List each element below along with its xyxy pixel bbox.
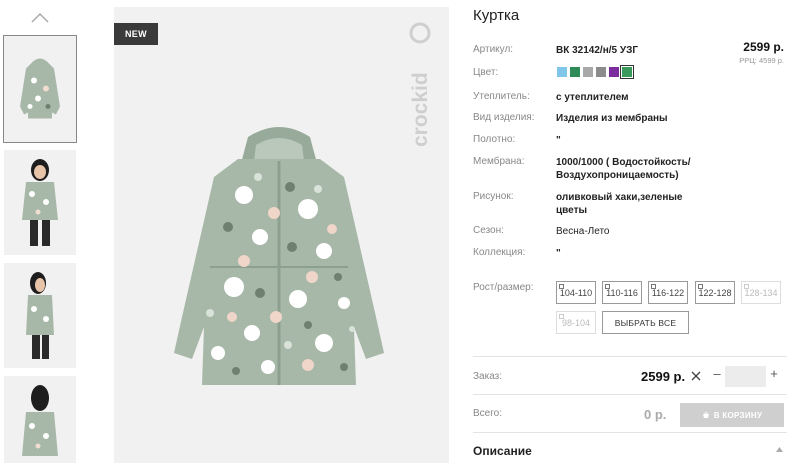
spec-value: с утеплителем — [556, 92, 629, 103]
total-label: Всего: — [473, 408, 502, 419]
spec-label: Сезон: — [473, 225, 504, 236]
svg-text:crockid: crockid — [409, 72, 432, 147]
add-to-cart-button[interactable]: В КОРЗИНУ — [680, 403, 784, 427]
spec-label: Коллекция: — [473, 247, 526, 258]
size-label: 98-104 — [561, 317, 591, 328]
size-option[interactable]: 122-128 — [695, 281, 735, 304]
basket-icon — [702, 411, 709, 418]
size-option[interactable]: 104-110 — [556, 281, 596, 304]
spec-label: Утеплитель: — [473, 91, 530, 102]
spec-value: 1000/1000 ( Водостойкость/ Воздухопрониц… — [556, 157, 691, 181]
spec-label: Вид изделия: — [473, 112, 535, 123]
new-badge: NEW — [114, 23, 158, 45]
spec-label: Рисунок: — [473, 191, 514, 202]
jacket-illustration — [174, 127, 384, 385]
chevron-up-icon[interactable] — [30, 12, 50, 24]
size-checkbox[interactable] — [605, 284, 610, 289]
divider — [473, 394, 787, 395]
color-swatch[interactable] — [570, 67, 580, 77]
size-option[interactable]: 116-122 — [648, 281, 688, 304]
spec-label: Цвет: — [473, 67, 499, 78]
quantity-plus-button[interactable]: + — [768, 366, 780, 381]
spec-value: " — [556, 135, 561, 146]
color-swatch[interactable] — [596, 67, 606, 77]
spec-label: Артикул: — [473, 44, 514, 55]
size-label: 128-134 — [744, 287, 778, 298]
close-icon[interactable] — [690, 370, 702, 382]
quantity-input[interactable] — [725, 366, 766, 387]
size-label: 104-110 — [559, 287, 593, 298]
size-checkbox[interactable] — [559, 284, 564, 289]
description-toggle[interactable]: Описание — [473, 444, 532, 458]
product-title: Куртка — [473, 7, 520, 24]
thumbnail-gallery — [0, 0, 80, 463]
divider — [473, 432, 787, 433]
size-checkbox — [744, 284, 749, 289]
spec-label: Рост/размер: — [473, 282, 534, 293]
main-product-image[interactable]: NEW crockid — [114, 7, 449, 463]
product-price: 2599 р. — [743, 40, 784, 54]
size-label: 122-128 — [698, 287, 732, 298]
thumbnail-model-front[interactable] — [4, 150, 76, 255]
size-checkbox[interactable] — [698, 284, 703, 289]
thumbnail-model-side[interactable] — [4, 263, 76, 368]
size-checkbox[interactable] — [651, 284, 656, 289]
spec-value: Весна-Лето — [556, 226, 610, 237]
size-option[interactable]: 110-116 — [602, 281, 642, 304]
color-swatch[interactable] — [557, 67, 567, 77]
size-label: 116-122 — [651, 287, 685, 298]
chevron-up-icon[interactable] — [776, 447, 783, 452]
color-swatches — [557, 65, 634, 79]
color-swatch[interactable] — [620, 65, 634, 79]
product-rrp: РРЦ: 4599 р. — [739, 56, 784, 65]
size-option: 128-134 — [741, 281, 781, 304]
thumbnail-jacket[interactable] — [3, 35, 77, 143]
order-label: Заказ: — [473, 371, 503, 382]
size-checkbox — [559, 314, 564, 319]
spec-value: " — [556, 248, 561, 259]
spec-value: Изделия из мембраны — [556, 113, 668, 124]
spec-value: оливковый хаки,зеленые цветы — [556, 192, 683, 216]
thumbnail-model-back[interactable] — [4, 376, 76, 463]
spec-label: Полотно: — [473, 134, 516, 145]
size-label: 110-116 — [606, 287, 638, 298]
size-option: 98-104 — [556, 311, 596, 334]
select-all-button[interactable]: ВЫБРАТЬ ВСЕ — [602, 311, 689, 334]
product-info-panel: Куртка Артикул: ВК 32142/н/5 УЗГ 2599 р.… — [473, 0, 800, 463]
spec-label: Мембрана: — [473, 156, 525, 167]
add-to-cart-label: В КОРЗИНУ — [713, 410, 763, 420]
color-swatch[interactable] — [609, 67, 619, 77]
quantity-minus-button[interactable]: – — [711, 366, 723, 381]
spec-value: ВК 32142/н/5 УЗГ — [556, 45, 639, 56]
order-price: 2599 р. — [641, 369, 686, 384]
divider — [473, 356, 787, 357]
total-value: 0 р. — [644, 407, 667, 422]
color-swatch[interactable] — [583, 67, 593, 77]
